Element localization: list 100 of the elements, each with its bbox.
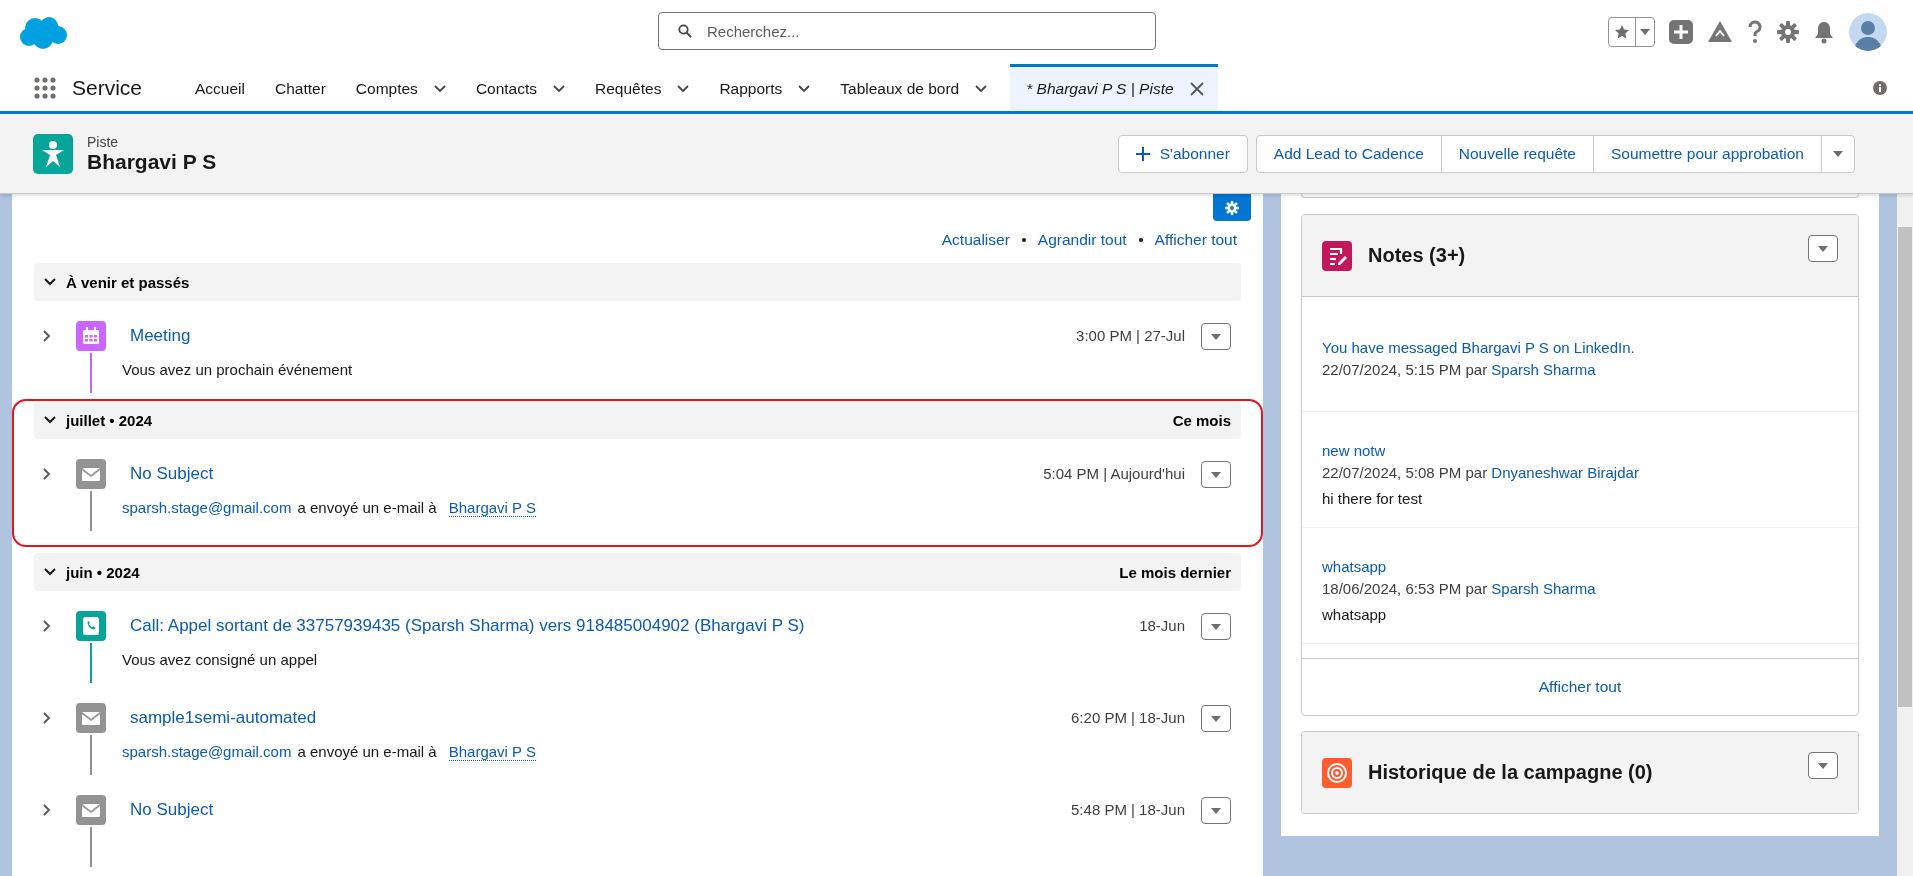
activity-title-link[interactable]: Call: Appel sortant de 33757939435 (Sparsh Sharma) vers 918485004902 (Bhargavi P S)	[130, 611, 1124, 641]
add-icon[interactable]	[1669, 20, 1693, 44]
chevron-icon	[43, 712, 51, 724]
card-title: Notes (3+)	[1368, 244, 1466, 267]
section-header[interactable]: À venir et passés	[34, 263, 1241, 301]
note-date: 18/06/2024, 6:53 PM par	[1322, 580, 1488, 597]
record-name: Bhargavi P S	[87, 149, 217, 174]
caret-down-icon	[1210, 470, 1222, 479]
nav-tab[interactable]: * Bhargavi P S | Piste	[1010, 64, 1218, 111]
timeline-link[interactable]: Agrandir tout	[1037, 231, 1127, 249]
chevron-icon	[44, 416, 56, 424]
activity-time: 5:48 PM | 18-Jun	[1071, 800, 1185, 820]
chevron-icon	[43, 804, 51, 816]
settings-icon	[1225, 200, 1239, 215]
section-header[interactable]: juillet • 2024 Ce mois	[34, 401, 1241, 439]
notifications-icon[interactable]	[1813, 20, 1835, 44]
activity-menu-button[interactable]	[1201, 797, 1231, 824]
nav-tab[interactable]: Tableaux de bord	[825, 64, 1003, 111]
activity-menu-button[interactable]	[1201, 705, 1231, 732]
action-button[interactable]: Soumettre pour approbation	[1592, 134, 1822, 173]
activity-time: 3:00 PM | 27-Jul	[1076, 326, 1185, 346]
chevron-icon	[44, 568, 56, 576]
activity-description: Vous avez un prochain événement	[122, 361, 354, 378]
note-title-link[interactable]: new notw	[1322, 442, 1838, 459]
caret-down-icon	[1640, 29, 1650, 35]
activity-menu-button[interactable]	[1201, 323, 1231, 350]
star-icon	[1614, 24, 1630, 40]
recipient-link[interactable]: Bhargavi P S	[448, 499, 536, 517]
activity-title-link[interactable]: sample1semi-automated	[130, 703, 1056, 733]
author-link[interactable]: Dnyaneshwar Birajdar	[1491, 464, 1639, 481]
chevron-icon	[43, 468, 51, 480]
nav-tab[interactable]: Rapports	[704, 64, 826, 111]
mountain-icon[interactable]	[1707, 20, 1733, 44]
event-icon	[76, 321, 106, 351]
chevron-icon	[43, 620, 51, 632]
nav-tab[interactable]: Comptes	[340, 64, 461, 111]
card-menu-button[interactable]	[1808, 235, 1838, 262]
search-icon	[678, 24, 692, 38]
caret-down-icon	[1210, 714, 1222, 723]
sender-link[interactable]: sparsh.stage@gmail.com	[122, 743, 292, 760]
activity-title-link[interactable]: No Subject	[130, 459, 1028, 489]
close-icon[interactable]	[1189, 82, 1204, 96]
caret-down-icon	[1832, 149, 1844, 158]
note-body: hi there for test	[1322, 490, 1424, 507]
action-button[interactable]: Nouvelle requête	[1440, 134, 1594, 173]
timeline-link[interactable]: Afficher tout	[1154, 231, 1237, 249]
lead-icon	[33, 133, 73, 174]
favorites-button[interactable]	[1608, 17, 1655, 47]
view-all-link[interactable]: Afficher tout	[1538, 678, 1622, 696]
activity-menu-button[interactable]	[1201, 461, 1231, 488]
settings-icon[interactable]	[1777, 21, 1799, 43]
app-name: Service	[72, 75, 143, 100]
card-title: Historique de la campagne (0)	[1368, 761, 1653, 784]
timeline-link[interactable]: Actualiser	[941, 231, 1010, 249]
activity-title-link[interactable]: Meeting	[130, 321, 1061, 351]
caret-down-icon	[1817, 244, 1829, 253]
caret-down-icon	[1210, 332, 1222, 341]
nav-tab[interactable]: Accueil	[180, 64, 260, 111]
caret-down-icon	[1210, 622, 1222, 631]
nav-tab[interactable]: Chatter	[260, 64, 341, 111]
recipient-link[interactable]: Bhargavi P S	[448, 743, 536, 761]
call-icon	[76, 611, 106, 641]
help-icon[interactable]	[1747, 20, 1763, 44]
chevron-icon	[43, 330, 51, 342]
card-menu-button[interactable]	[1808, 752, 1838, 779]
section-period: Ce mois	[1172, 411, 1231, 429]
activity-menu-button[interactable]	[1201, 613, 1231, 640]
sender-link[interactable]: sparsh.stage@gmail.com	[122, 499, 292, 516]
nav-tab[interactable]: Requêtes	[580, 64, 705, 111]
follow-button[interactable]: S'abonner	[1117, 134, 1248, 173]
note-date: 22/07/2024, 5:15 PM par	[1322, 361, 1488, 378]
plus-icon	[1135, 146, 1150, 161]
note-title-link[interactable]: You have messaged Bhargavi P S on LinkedIn.	[1322, 339, 1838, 356]
search-field[interactable]: Recherchez...	[658, 12, 1156, 50]
notes-icon	[1322, 240, 1352, 271]
scrollbar-thumb[interactable]	[1898, 227, 1912, 707]
section-period: Le mois dernier	[1119, 563, 1231, 581]
filter-settings-button[interactable]	[1213, 194, 1251, 221]
note-date: 22/07/2024, 5:08 PM par	[1322, 464, 1488, 481]
note-title-link[interactable]: whatsapp	[1322, 558, 1838, 575]
activity-time: 5:04 PM | Aujourd'hui	[1043, 464, 1185, 484]
author-link[interactable]: Sparsh Sharma	[1491, 580, 1596, 597]
activity-description: a envoyé un e-mail à	[297, 499, 437, 516]
app-launcher-icon[interactable]	[34, 76, 56, 99]
author-link[interactable]: Sparsh Sharma	[1491, 361, 1596, 378]
section-header[interactable]: juin • 2024 Le mois dernier	[34, 553, 1241, 591]
activity-title-link[interactable]: No Subject	[130, 795, 1056, 825]
caret-down-icon	[1817, 761, 1829, 770]
activity-description: Vous avez consigné un appel	[122, 651, 319, 668]
target-icon	[1322, 757, 1352, 788]
avatar-icon[interactable]	[1849, 13, 1887, 51]
nav-tab[interactable]: Contacts	[460, 64, 581, 111]
more-actions-button[interactable]	[1821, 134, 1855, 173]
info-icon[interactable]	[1873, 80, 1887, 95]
email-icon	[76, 459, 106, 489]
action-button[interactable]: Add Lead to Cadence	[1255, 134, 1442, 173]
cloud-logo-icon[interactable]	[18, 14, 68, 50]
email-icon	[76, 703, 106, 733]
activity-description: a envoyé un e-mail à	[297, 743, 437, 760]
record-type: Piste	[87, 133, 120, 150]
